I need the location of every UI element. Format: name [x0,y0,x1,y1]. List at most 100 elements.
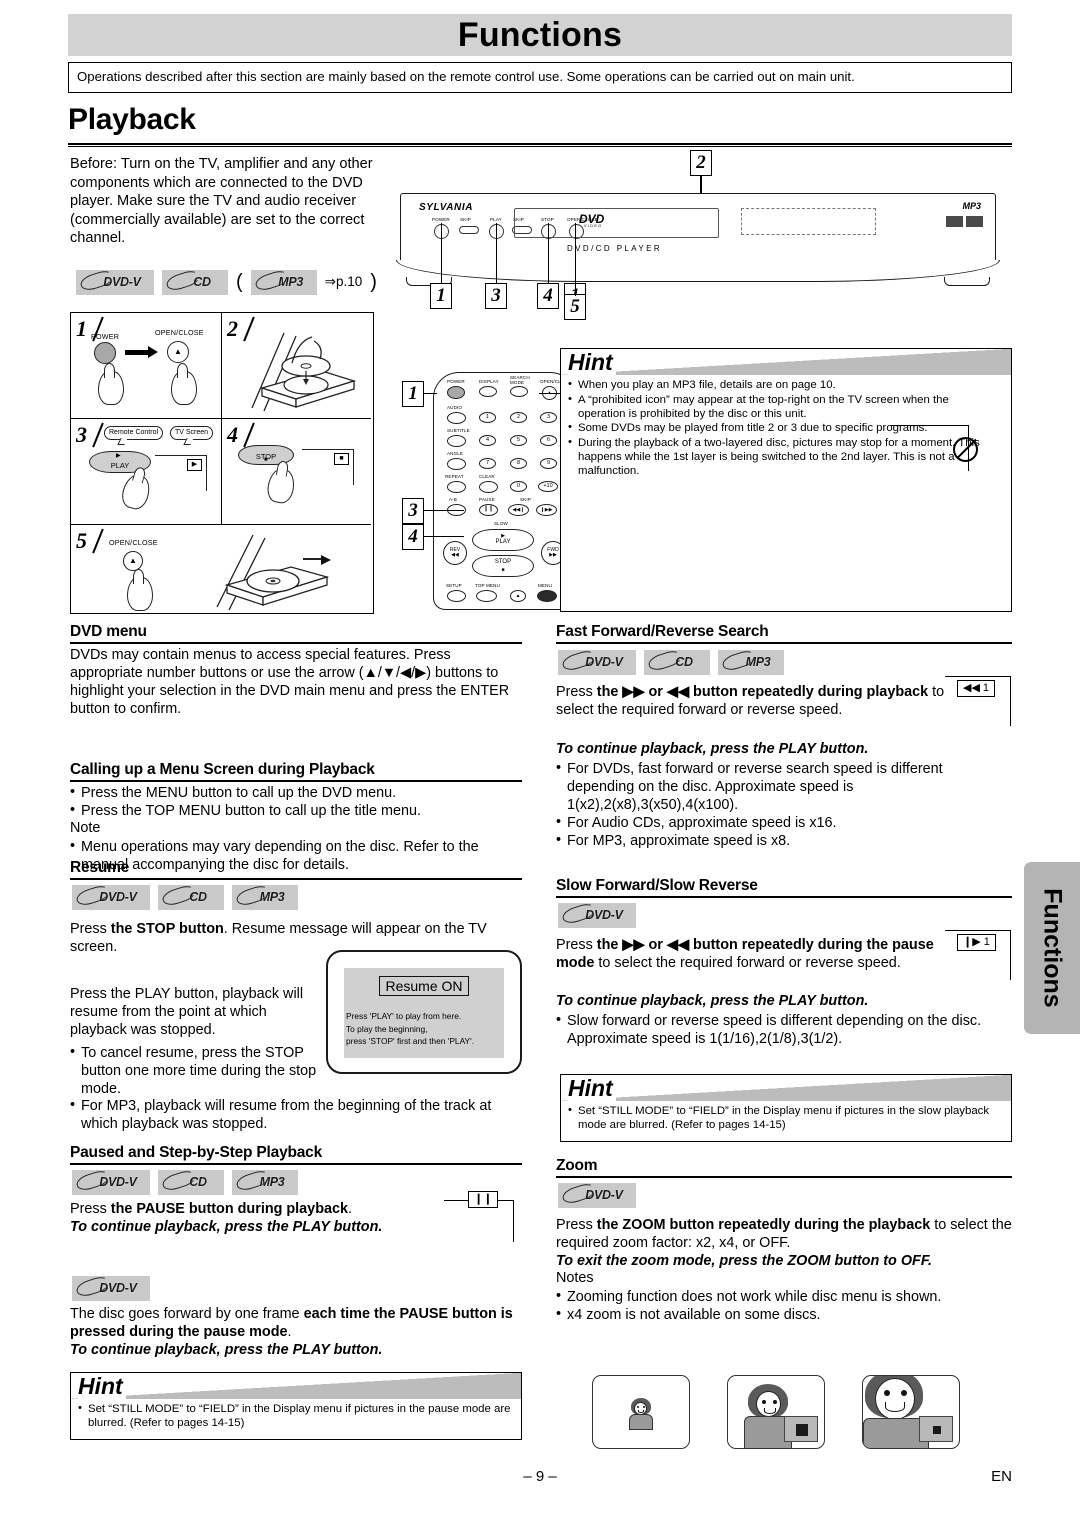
hint-item: Set “STILL MODE” to “FIELD” in the Displ… [78,1402,513,1431]
prohibited-icon [953,437,978,462]
num-button-0[interactable]: 0 [510,481,527,492]
mouth-shape [638,1410,644,1413]
paused-heading: Paused and Step-by-Step Playback [70,1143,522,1166]
slow-indicator-number: 1 [983,935,990,948]
num-button-3[interactable]: 3 [540,412,557,423]
stop-button[interactable]: STOP ■ [472,555,534,577]
clear-button[interactable] [479,481,498,493]
disc-tray-slot [514,208,719,238]
audio-button[interactable] [447,412,466,424]
disc-badge-mp3: MP3 [232,885,298,910]
hint-banner-shape [561,1075,1011,1101]
hint-box-slow: Hint Set “STILL MODE” to “FIELD” in the … [560,1074,1012,1142]
num-button-4[interactable]: 4 [479,435,496,446]
zoom-para: Press the ZOOM button repeatedly during … [556,1216,1012,1252]
play-label: PLAY [495,539,511,546]
disc-badge-label: MP3 [259,889,285,904]
hand-icon [98,363,124,405]
menu-button[interactable] [537,590,557,602]
language-code: EN [991,1468,1012,1485]
search-mode-button[interactable] [510,386,528,397]
callout-4: 4 [537,283,559,309]
side-tab-label: Functions [1038,888,1067,1008]
manual-page: Functions Operations described after thi… [0,0,1080,1526]
up-button[interactable]: ▲ [510,590,526,602]
ff-bullets: For DVDs, fast forward or reverse search… [556,759,1012,850]
rev-button[interactable]: REV ◀◀ [443,541,467,565]
num-button-plus10[interactable]: +10 [538,481,558,492]
disc-badge-row-intro: DVD-V CD ( MP3 ⇒p.10 ) [76,270,377,295]
hint-title: Hint [568,349,616,375]
skip-back-label: SKIP [460,217,471,222]
zoom-region-marker [796,1424,808,1436]
play-button[interactable]: ▶ PLAY [472,529,534,551]
section-title: Playback [68,103,196,136]
disc-badge-label: MP3 [259,1174,285,1189]
dvd-menu-section: DVD menu DVDs may contain menus to acces… [70,622,522,718]
hint-item: Set “STILL MODE” to “FIELD” in the Displ… [568,1104,1003,1133]
resume-bullet-2: For MP3, playback will resume from the b… [70,1096,522,1133]
power-button[interactable] [447,386,465,399]
subtitle-label: SUBTITLE [447,428,470,433]
num-button-2[interactable]: 2 [510,412,527,423]
angle-button[interactable] [447,458,466,470]
ff-pre: Press [556,684,597,700]
slow-body: Press the ▶▶ or ◀◀ button repeatedly dur… [556,936,946,972]
callout-line [496,223,498,283]
ff-indicator-number: 1 [982,681,990,694]
before-paragraph: Before: Turn on the TV, amplifier and an… [70,156,373,247]
zoom-section: Zoom [556,1156,1012,1180]
num-button-8[interactable]: 8 [510,458,527,469]
num-button-7[interactable]: 7 [479,458,496,469]
disc-badge-cd: CD [158,1170,224,1195]
disc-badge-mp3: MP3 [718,650,784,675]
step-cell-3: 3 Remote Control TV Screen PLAY ▶ ▶ [71,419,222,525]
pause-button[interactable]: ❙❙ [479,504,498,516]
hint-banner-shape [71,1373,521,1399]
resume-screen-line: press 'STOP' first and then 'PLAY'. [346,1036,475,1047]
slow-indicator: ❙▶ 1 [957,934,996,951]
num-button-1[interactable]: 1 [479,412,496,423]
zoom-region-marker [933,1426,941,1434]
skip-fwd-button[interactable]: ❙▶▶ [536,504,557,516]
power-label: POWER [432,217,450,222]
tv-screen-bubble: TV Screen [170,426,214,440]
display-label: DISPLAY [479,379,499,384]
disc-badge-cd: CD [162,270,228,295]
step-slash [92,528,104,554]
top-menu-button[interactable] [476,590,497,602]
resume-bullet-1: To cancel resume, press the STOP button … [70,1043,320,1098]
player-base [396,260,1000,282]
disc-badge-row-ff: DVD-V CD MP3 [558,650,784,675]
num-button-9[interactable]: 9 [540,458,557,469]
slow-italic: To continue playback, press the PLAY but… [556,993,869,1009]
list-item: Zooming function does not work while dis… [556,1287,1012,1306]
slow-label: SLOW [494,521,508,526]
disc-badge-label: MP3 [745,654,771,669]
callout-line [575,283,577,296]
hint-header: Hint [561,349,1011,375]
stop-label: STOP [494,559,512,566]
setup-button[interactable] [447,590,466,602]
repeat-button[interactable] [447,481,466,493]
num-button-6[interactable]: 6 [540,435,557,446]
display-button[interactable] [479,386,497,397]
paused-section: Paused and Step-by-Step Playback [70,1143,522,1167]
skip-back-button[interactable]: ◀◀❙ [508,504,529,516]
disc-badge-cd: CD [158,885,224,910]
pause-label: PAUSE [479,497,495,502]
skip-back-button[interactable] [459,226,479,234]
paused-para: Press the PAUSE button during playback. [70,1200,440,1218]
disc-badge-label: CD [193,274,211,289]
disc-badge-label: DVD-V [99,1174,137,1189]
callout-line [424,510,464,512]
callout-line [424,393,437,395]
subtitle-button[interactable] [447,435,466,447]
hand-icon [127,569,153,611]
page-title-bar: Functions [68,14,1012,56]
num-button-5[interactable]: 5 [510,435,527,446]
callout-1a: 1 [430,283,452,309]
lead-line [1010,930,1011,980]
angle-label: ANGLE [447,451,464,456]
disc-badge-row-zoom: DVD-V [558,1183,636,1208]
